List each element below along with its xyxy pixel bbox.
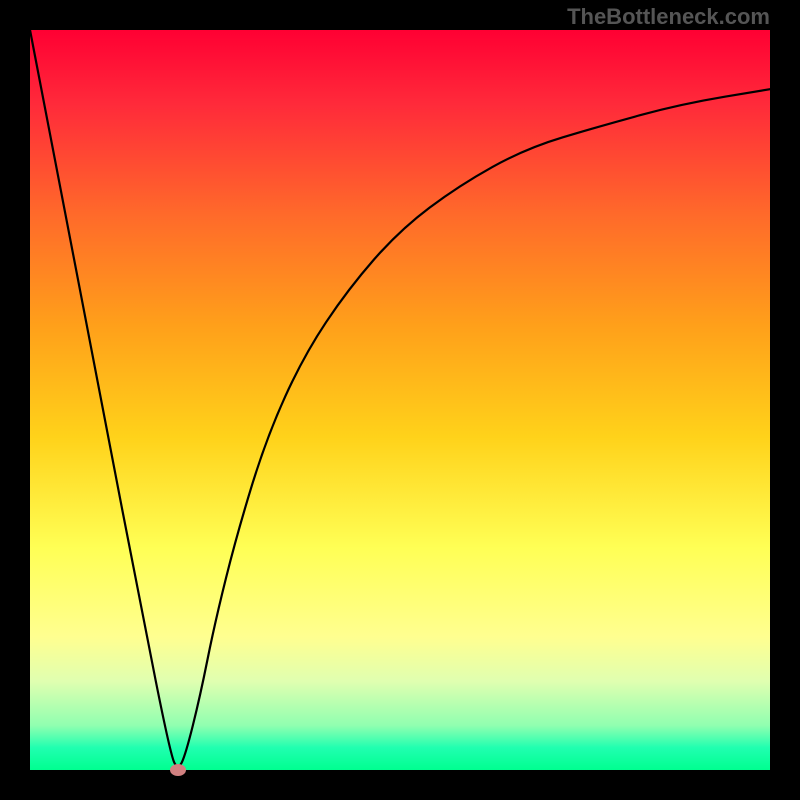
plot-area (30, 30, 770, 770)
curve-svg (30, 30, 770, 770)
bottleneck-curve (30, 30, 770, 766)
chart-container: TheBottleneck.com (0, 0, 800, 800)
minimum-marker (170, 764, 186, 776)
attribution-text: TheBottleneck.com (567, 4, 770, 30)
